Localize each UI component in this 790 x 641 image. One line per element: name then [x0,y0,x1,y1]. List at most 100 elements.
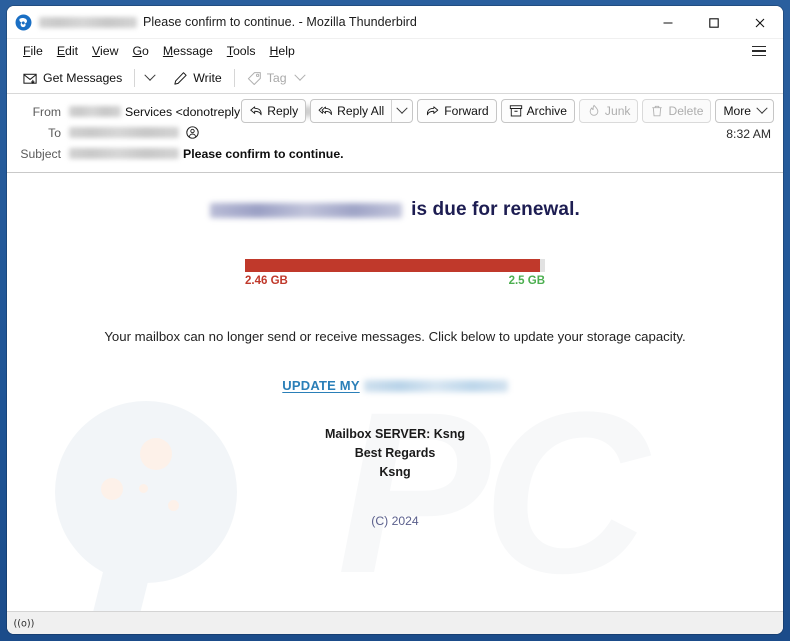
maximize-button[interactable] [691,6,737,39]
minimize-button[interactable] [645,6,691,39]
delete-label: Delete [668,104,704,118]
email-body-pane: PC risk.com is due for renewal. 2.46 [7,173,783,611]
signature-line-2: Best Regards [354,446,436,460]
menu-file[interactable]: File [16,42,50,60]
tag-button[interactable]: Tag [241,68,310,89]
window-controls [645,6,783,39]
forward-button[interactable]: Forward [417,99,497,123]
menu-help[interactable]: Help [263,42,302,60]
headline-address-redacted [210,202,403,218]
close-button[interactable] [737,6,783,39]
subject-label: Subject [20,146,61,161]
email-content: is due for renewal. 2.46 GB 2.5 GB Your … [7,173,783,528]
write-button[interactable]: Write [167,68,227,89]
get-messages-dropdown[interactable] [141,69,159,85]
storage-bar-labels: 2.46 GB 2.5 GB [245,275,545,287]
storage-meter: 2.46 GB 2.5 GB [245,259,545,287]
reply-all-group: Reply All [310,99,414,123]
menu-file-label-rest: ile [30,44,43,58]
subject-prefix-redacted [69,148,179,159]
toolbar-divider [134,69,136,87]
subject-text: Please confirm to continue. [183,146,344,161]
toolbar-divider [233,69,235,87]
from-label: From [32,104,61,119]
to-recipient-redacted [69,127,179,138]
chevron-down-icon [396,102,408,114]
trash-icon [652,105,663,117]
menu-message-label-rest: essage [173,44,213,58]
get-messages-icon [23,73,37,84]
maximize-icon [709,17,719,28]
hamburger-icon[interactable] [748,41,770,61]
menu-tools[interactable]: Tools [220,42,263,60]
archive-label: Archive [526,104,567,118]
to-label: To [48,125,61,140]
update-mailbox-link[interactable]: UPDATE MY [282,378,359,393]
status-bar: ((o)) [7,611,783,634]
headline-suffix: is due for renewal. [411,199,580,220]
storage-bar-track [245,259,545,272]
cta-address-redacted [363,379,508,392]
from-text: Services <donotreply@ [125,104,253,119]
online-status-icon[interactable]: ((o)) [13,616,35,630]
menu-edit[interactable]: Edit [50,42,85,60]
pencil-icon [174,71,187,85]
get-messages-button[interactable]: Get Messages [17,68,128,89]
email-signature: Mailbox SERVER: Ksng Best Regards Ksng [7,425,783,482]
tag-label: Tag [266,71,287,85]
thunderbird-window: Please confirm to continue. - Mozilla Th… [7,6,783,634]
contact-avatar-icon[interactable] [186,126,199,139]
reply-all-dropdown[interactable] [391,100,412,122]
chevron-down-icon [293,69,306,81]
storage-total-label: 2.5 GB [508,275,545,287]
forward-label: Forward [444,104,489,118]
more-button[interactable]: More [715,99,774,123]
menu-go-label-rest: o [142,44,149,58]
signature-line-3: Ksng [379,465,411,479]
reply-label: Reply [267,104,299,118]
desktop-backdrop: Please confirm to continue. - Mozilla Th… [0,0,790,641]
menu-edit-label-rest: dit [65,44,79,58]
subject-value: Please confirm to continue. [69,147,773,161]
junk-button[interactable]: Junk [578,99,639,123]
copyright-text: (C) 2024 [371,514,419,528]
archive-button[interactable]: Archive [500,99,575,123]
delete-button[interactable]: Delete [642,99,712,123]
window-title: Please confirm to continue. - Mozilla Th… [143,15,417,29]
menu-message[interactable]: Message [156,42,220,60]
menu-view[interactable]: View [85,42,125,60]
menu-go[interactable]: Go [125,42,155,60]
storage-bar-fill [245,259,541,272]
title-bar: Please confirm to continue. - Mozilla Th… [7,6,783,39]
reply-all-icon [318,106,333,116]
to-value[interactable] [69,126,773,139]
write-label: Write [193,71,222,85]
get-messages-label: Get Messages [43,71,123,85]
forward-icon [427,106,439,116]
hamburger-line [752,54,766,57]
hamburger-line [752,50,766,52]
renewal-headline: is due for renewal. [7,199,783,221]
reply-button[interactable]: Reply [241,99,307,123]
storage-used-label: 2.46 GB [245,275,288,287]
archive-box-icon [509,105,522,117]
from-sender-name-redacted [69,106,121,117]
menu-bar: File Edit View Go Message Tools Help [7,39,783,63]
notice-text: Your mailbox can no longer send or recei… [104,329,686,344]
message-actions: Reply Reply All Forward Archive Junk Del… [241,99,774,123]
cta-row: UPDATE MY [7,378,783,393]
reply-icon [250,106,262,116]
to-row: To [7,122,783,143]
main-toolbar: Get Messages Write Tag [7,63,783,94]
more-label: More [723,104,751,118]
menu-help-label-rest: elp [278,44,295,58]
signature-line-1: Mailbox SERVER: Ksng [324,427,466,441]
reply-all-label: Reply All [337,104,385,118]
message-header-pane: From Services <donotreply@ > To [7,94,783,173]
hamburger-line [752,45,766,48]
chevron-down-icon [144,69,156,81]
subject-row: Subject Please confirm to continue. [7,143,783,164]
junk-flame-icon [589,104,599,116]
reply-all-button[interactable]: Reply All [311,100,391,122]
tag-icon [247,71,261,85]
